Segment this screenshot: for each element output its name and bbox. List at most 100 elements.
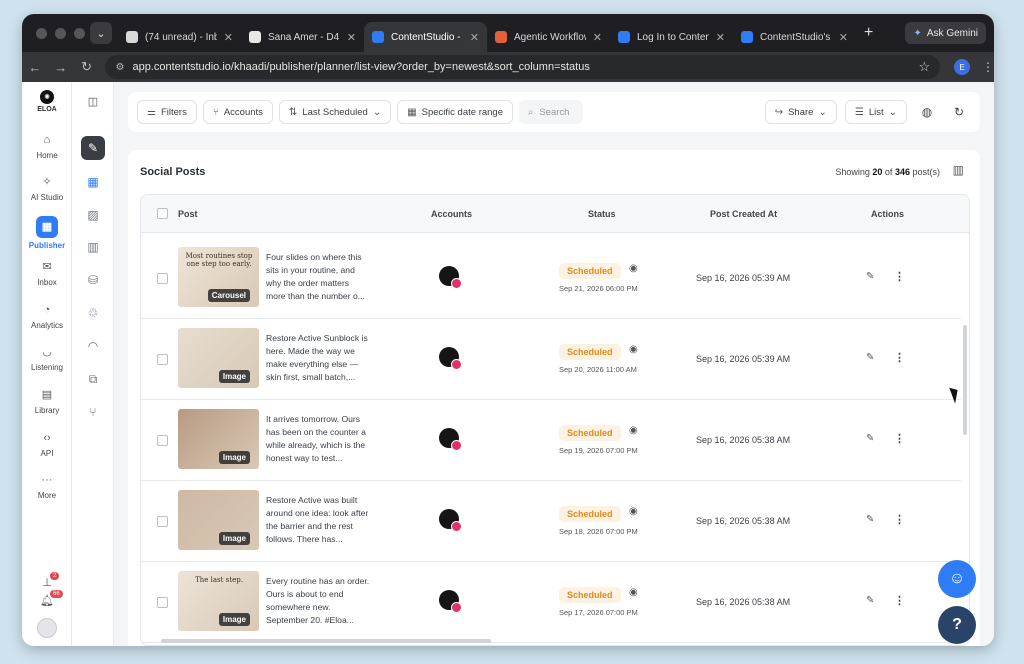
rail-item-publisher[interactable]: ▦ Publisher <box>22 216 72 250</box>
rail-item-inbox[interactable]: ✉ Inbox <box>22 259 72 287</box>
view-dropdown[interactable]: ☰ List ⌄ <box>844 100 907 124</box>
post-thumbnail[interactable]: Image <box>178 328 259 388</box>
reload-icon[interactable]: ↻ <box>74 59 100 75</box>
approvals-button[interactable]: ⊥ 2 <box>22 572 72 589</box>
help-button[interactable]: ? <box>938 606 976 644</box>
rail-item-api[interactable]: ‹› API <box>22 430 72 458</box>
notifications-button[interactable]: 🔔︎ 66 <box>22 590 72 607</box>
forward-icon[interactable]: → <box>48 60 74 75</box>
site-info-icon[interactable]: ⚙ <box>115 62 124 73</box>
more-actions-icon[interactable]: ⋮ <box>894 351 905 364</box>
filters-button[interactable]: ⚌ Filters <box>137 100 197 124</box>
workflow-icon[interactable]: ⧉ <box>81 367 105 391</box>
date-range-button[interactable]: ▦ Specific date range <box>397 100 513 124</box>
close-tab-icon[interactable]: ✕ <box>347 31 356 44</box>
recycle-icon[interactable]: ♲ <box>81 301 105 325</box>
branch-icon[interactable]: ⑂ <box>81 400 105 424</box>
more-actions-icon[interactable]: ⋮ <box>894 432 905 445</box>
post-thumbnail[interactable]: Image <box>178 490 259 550</box>
rail-item-library[interactable]: ▤ Library <box>22 387 72 415</box>
edit-icon[interactable]: ✎ <box>866 595 874 606</box>
rail-item-ai-studio[interactable]: ✧ AI Studio <box>22 174 72 202</box>
edit-icon[interactable]: ✎ <box>866 433 874 444</box>
preview-eye-icon[interactable]: ◉ <box>629 506 638 517</box>
preview-eye-icon[interactable]: ◉ <box>629 587 638 598</box>
rail-item-analytics[interactable]: ◔ Analytics <box>22 302 72 330</box>
minimize-window-button[interactable] <box>55 27 66 39</box>
table-row[interactable]: Image It arrives tomorrow. Ours has been… <box>141 400 961 481</box>
new-tab-button[interactable]: + <box>864 24 873 42</box>
row-checkbox[interactable] <box>157 354 168 365</box>
media-image-icon[interactable]: ▨ <box>81 203 105 227</box>
back-icon[interactable]: ← <box>22 60 48 75</box>
table-row[interactable]: Most routines stop one step too early. C… <box>141 238 961 319</box>
post-caption[interactable]: Restore Active was built around one idea… <box>266 494 370 548</box>
created-at: Sep 16, 2026 05:39 AM <box>696 273 791 283</box>
horizontal-scrollbar[interactable] <box>161 639 491 643</box>
edit-icon[interactable]: ✎ <box>866 514 874 525</box>
maximize-window-button[interactable] <box>74 27 85 39</box>
preview-eye-icon[interactable]: ◉ <box>629 425 638 436</box>
columns-icon[interactable]: ▥ <box>953 163 964 177</box>
close-window-button[interactable] <box>36 27 47 39</box>
row-checkbox[interactable] <box>157 273 168 284</box>
more-actions-icon[interactable]: ⋮ <box>894 270 905 283</box>
table-row[interactable]: The last step. Image Every routine has a… <box>141 562 961 643</box>
bookmark-star-icon[interactable]: ☆ <box>918 59 930 75</box>
user-avatar-button[interactable] <box>22 618 72 638</box>
post-caption[interactable]: It arrives tomorrow. Ours has been on th… <box>266 413 370 467</box>
rail-item-listening[interactable]: ◡ Listening <box>22 344 72 372</box>
row-checkbox[interactable] <box>157 435 168 446</box>
edit-icon[interactable]: ✎ <box>866 352 874 363</box>
more-actions-icon[interactable]: ⋮ <box>894 594 905 607</box>
profile-avatar[interactable]: E <box>954 59 970 75</box>
post-caption[interactable]: Restore Active Sunblock is here. Made th… <box>266 332 370 386</box>
browser-tab[interactable]: Log In to Content ✕ <box>610 22 733 52</box>
preview-eye-icon[interactable]: ◉ <box>629 344 638 355</box>
close-tab-icon[interactable]: ✕ <box>470 31 479 44</box>
ask-gemini-button[interactable]: ✦ Ask Gemini <box>905 22 986 44</box>
search-input[interactable]: ⌕ Search <box>519 100 583 124</box>
post-caption[interactable]: Every routine has an order. Ours is abou… <box>266 575 370 629</box>
vertical-scrollbar[interactable] <box>963 325 967 435</box>
preview-eye-icon[interactable]: ◉ <box>629 263 638 274</box>
more-actions-icon[interactable]: ⋮ <box>894 513 905 526</box>
table-row[interactable]: Image Restore Active was built around on… <box>141 481 961 562</box>
close-tab-icon[interactable]: ✕ <box>839 31 848 44</box>
close-tab-icon[interactable]: ✕ <box>593 31 602 44</box>
edit-icon[interactable]: ✎ <box>866 271 874 282</box>
tab-search-button[interactable]: ⌄ <box>90 22 112 44</box>
sort-dropdown[interactable]: ⇅ Last Scheduled ⌄ <box>278 100 392 124</box>
planner-calendar-icon[interactable]: ▦ <box>81 170 105 194</box>
accounts-button[interactable]: ⑂ Accounts <box>202 100 273 124</box>
close-tab-icon[interactable]: ✕ <box>716 31 725 44</box>
database-icon[interactable]: ⛁ <box>81 268 105 292</box>
post-caption[interactable]: Four slides on where this sits in your r… <box>266 251 370 305</box>
browser-tab[interactable]: Agentic Workflow ✕ <box>487 22 610 52</box>
close-tab-icon[interactable]: ✕ <box>224 31 233 44</box>
collapse-sidebar-icon[interactable]: ◫ <box>81 90 105 114</box>
refresh-icon[interactable]: ↻ <box>947 100 971 124</box>
browser-menu-icon[interactable]: ⋮ <box>982 60 994 74</box>
share-dropdown[interactable]: ↪ Share ⌄ <box>764 100 837 124</box>
url-field[interactable]: ⚙ app.contentstudio.io/khaadi/publisher/… <box>105 55 941 79</box>
table-row[interactable]: Image Restore Active Sunblock is here. M… <box>141 319 961 400</box>
globe-icon[interactable]: ◍ <box>915 100 939 124</box>
rss-icon[interactable]: ◠ <box>81 334 105 358</box>
post-thumbnail[interactable]: Most routines stop one step too early. C… <box>178 247 259 307</box>
rail-item-home[interactable]: ⌂ Home <box>22 132 72 160</box>
ai-assistant-button[interactable]: ☺ <box>938 560 976 598</box>
post-thumbnail[interactable]: The last step. Image <box>178 571 259 631</box>
browser-tab[interactable]: Sana Amer - D4 Gig ✕ <box>241 22 364 52</box>
compose-icon[interactable]: ✎ <box>81 136 105 160</box>
row-checkbox[interactable] <box>157 516 168 527</box>
browser-tab[interactable]: (74 unread) - Inbox ✕ <box>118 22 241 52</box>
rail-item-more[interactable]: ··· More <box>22 472 72 500</box>
row-checkbox[interactable] <box>157 597 168 608</box>
browser-tab[interactable]: ContentStudio - Pl ✕ <box>364 22 487 52</box>
browser-tab[interactable]: ContentStudio's C ✕ <box>733 22 856 52</box>
brand[interactable]: ✺ ELOA <box>35 90 59 113</box>
post-thumbnail[interactable]: Image <box>178 409 259 469</box>
select-all-checkbox[interactable] <box>157 208 168 219</box>
layout-icon[interactable]: ▥ <box>81 235 105 259</box>
